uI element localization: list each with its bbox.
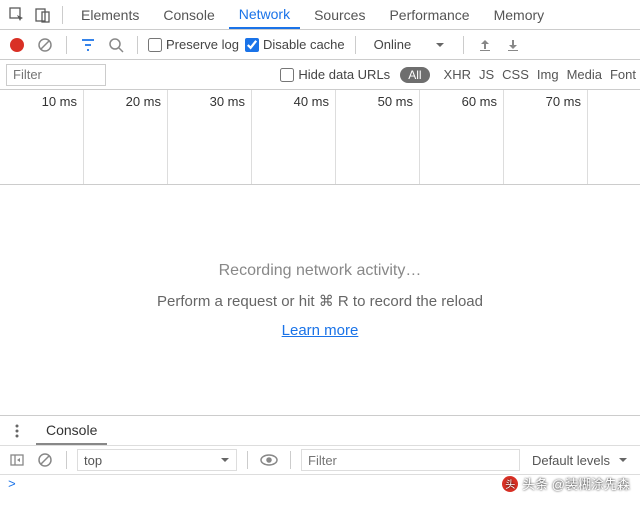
filter-js[interactable]: JS (475, 67, 498, 82)
console-clear-icon[interactable] (34, 449, 56, 471)
tab-performance[interactable]: Performance (379, 1, 479, 29)
timeline-tick: 10 ms (0, 90, 84, 184)
filter-input[interactable] (6, 64, 106, 86)
empty-title: Recording network activity… (219, 262, 422, 280)
disable-cache-label: Disable cache (263, 37, 345, 52)
download-har-icon[interactable] (502, 34, 524, 56)
watermark: 头 头条 @装糊涂先森 (502, 474, 630, 493)
divider (290, 451, 291, 469)
chevron-down-icon (220, 455, 230, 465)
console-drawer-header: Console (0, 415, 640, 445)
divider (355, 36, 356, 54)
empty-subtitle: Perform a request or hit ⌘ R to record t… (157, 292, 483, 310)
watermark-text: 头条 @装糊涂先森 (522, 474, 630, 493)
throttling-value: Online (374, 37, 412, 52)
record-icon[interactable] (6, 34, 28, 56)
watermark-icon: 头 (502, 476, 518, 492)
preserve-log-label: Preserve log (166, 37, 239, 52)
timeline-overview[interactable]: 10 ms 20 ms 30 ms 40 ms 50 ms 60 ms 70 m… (0, 90, 640, 185)
timeline-tick: 40 ms (252, 90, 336, 184)
context-select[interactable]: top (77, 449, 237, 471)
filter-css[interactable]: CSS (498, 67, 533, 82)
search-icon[interactable] (105, 34, 127, 56)
clear-icon[interactable] (34, 34, 56, 56)
tab-sources[interactable]: Sources (304, 1, 375, 29)
console-toolbar: top Default levels (0, 445, 640, 475)
hide-data-urls-checkbox[interactable]: Hide data URLs (280, 67, 390, 82)
filter-media[interactable]: Media (563, 67, 606, 82)
tab-console[interactable]: Console (153, 1, 224, 29)
divider (247, 451, 248, 469)
timeline-tick: 80 (588, 90, 640, 184)
console-filter-input[interactable] (301, 449, 520, 471)
divider (137, 36, 138, 54)
divider (66, 36, 67, 54)
log-levels-value: Default levels (532, 453, 610, 468)
disable-cache-checkbox[interactable]: Disable cache (245, 37, 345, 52)
chevron-down-icon (435, 40, 445, 50)
divider (463, 36, 464, 54)
timeline-tick: 20 ms (84, 90, 168, 184)
live-expression-icon[interactable] (258, 449, 280, 471)
console-sidebar-toggle-icon[interactable] (6, 449, 28, 471)
filter-all[interactable]: All (400, 67, 429, 83)
tab-memory[interactable]: Memory (484, 1, 555, 29)
preserve-log-checkbox[interactable]: Preserve log (148, 37, 239, 52)
empty-state: Recording network activity… Perform a re… (0, 185, 640, 415)
timeline-tick: 50 ms (336, 90, 420, 184)
learn-more-link[interactable]: Learn more (282, 322, 359, 339)
filter-img[interactable]: Img (533, 67, 563, 82)
network-toolbar: Preserve log Disable cache Online (0, 30, 640, 60)
filter-xhr[interactable]: XHR (440, 67, 475, 82)
log-levels-select[interactable]: Default levels (526, 453, 634, 468)
divider (62, 6, 63, 24)
divider (66, 451, 67, 469)
kebab-menu-icon[interactable] (6, 420, 28, 442)
hide-data-urls-label: Hide data URLs (298, 67, 390, 82)
throttling-select[interactable]: Online (366, 37, 454, 52)
upload-har-icon[interactable] (474, 34, 496, 56)
timeline-tick: 60 ms (420, 90, 504, 184)
tab-elements[interactable]: Elements (71, 1, 149, 29)
filter-font[interactable]: Font (606, 67, 640, 82)
devtools-tab-bar: Elements Console Network Sources Perform… (0, 0, 640, 30)
filter-toggle-icon[interactable] (77, 34, 99, 56)
context-value: top (84, 453, 102, 468)
inspect-icon[interactable] (6, 4, 28, 26)
filter-bar: Hide data URLs All XHR JS CSS Img Media … (0, 60, 640, 90)
timeline-tick: 30 ms (168, 90, 252, 184)
device-toggle-icon[interactable] (32, 4, 54, 26)
tab-network[interactable]: Network (229, 0, 300, 29)
timeline-tick: 70 ms (504, 90, 588, 184)
chevron-down-icon (618, 455, 628, 465)
console-drawer-tab[interactable]: Console (36, 417, 107, 445)
